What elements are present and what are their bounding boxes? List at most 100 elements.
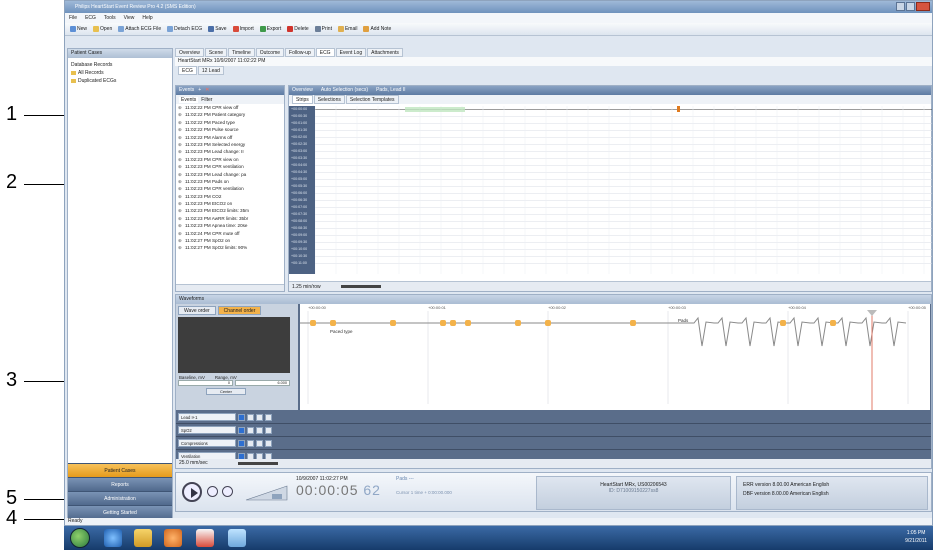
menu-file[interactable]: File (69, 13, 77, 23)
lead-add-icon[interactable] (265, 426, 272, 434)
lead-select[interactable]: Compressions (178, 439, 236, 447)
open-button[interactable]: Open (91, 24, 114, 34)
expand-icon[interactable]: ⊕ (178, 148, 183, 155)
paint-icon[interactable] (228, 529, 246, 547)
events-add-icon[interactable]: + (198, 86, 201, 95)
expand-icon[interactable]: ⊕ (178, 207, 183, 214)
nav-reports[interactable]: Reports (68, 477, 172, 491)
menu-view[interactable]: View (124, 13, 135, 23)
tab-outcome[interactable]: Outcome (255, 48, 285, 57)
lead-dropdown[interactable]: Pads, Lead II (376, 86, 405, 95)
event-row[interactable]: ⊕ 11:02:23 PM AwRR limits: 35br (178, 215, 284, 222)
selection-dropdown[interactable]: Auto Selection (secs) (321, 86, 368, 95)
color-swatch[interactable] (238, 413, 245, 421)
import-button[interactable]: Import (231, 24, 256, 34)
nav-patient-cases[interactable]: Patient Cases (68, 463, 172, 477)
email-button[interactable]: Email (336, 24, 360, 34)
event-row[interactable]: ⊕ 11:02:24 PM CPR mute off (178, 230, 284, 237)
tab-scene[interactable]: Scene (204, 48, 228, 57)
expand-icon[interactable]: ⊕ (178, 237, 183, 244)
event-row[interactable]: ⊕ 11:02:23 PM EtCO2 on (178, 200, 284, 207)
event-row[interactable]: ⊕ 11:02:23 PM CPR ventilation (178, 163, 284, 170)
nav-getting-started[interactable]: Getting Started (68, 505, 172, 519)
lead-scale-icon[interactable] (256, 413, 263, 421)
menu-ecg[interactable]: ECG (85, 13, 96, 23)
maximize-button[interactable] (906, 2, 915, 11)
new-button[interactable]: New (68, 24, 89, 34)
events-tab[interactable]: Events (179, 96, 199, 103)
ie-icon[interactable] (104, 529, 122, 547)
delete-button[interactable]: Delete (285, 24, 310, 34)
tab-strips[interactable]: Strips (292, 95, 313, 104)
attach-ecg-file-button[interactable]: Attach ECG File (116, 24, 163, 34)
expand-icon[interactable]: ⊕ (178, 111, 183, 118)
detach-ecg-button[interactable]: Detach ECG (165, 24, 204, 34)
menu-tools[interactable]: Tools (104, 13, 116, 23)
expand-icon[interactable]: ⊕ (178, 222, 183, 229)
event-row[interactable]: ⊕ 11:02:23 PM EtCO2 limits: 35m (178, 207, 284, 214)
menu-help[interactable]: Help (142, 13, 152, 23)
expand-icon[interactable]: ⊕ (178, 215, 183, 222)
tab-overview[interactable]: Overview (175, 48, 204, 57)
expand-icon[interactable]: ⊕ (178, 141, 183, 148)
expand-icon[interactable]: ⊕ (178, 185, 183, 192)
expand-icon[interactable]: ⊕ (178, 244, 183, 251)
event-row[interactable]: ⊕ 11:02:22 PM Paced type (178, 119, 284, 126)
forward-button[interactable] (222, 486, 233, 497)
event-row[interactable]: ⊕ 11:02:22 PM Patient category (178, 111, 284, 118)
waveform-zoom-slider[interactable] (237, 462, 278, 465)
center-button[interactable]: Center (206, 388, 246, 395)
tab-12-lead[interactable]: 12 Lead (197, 66, 224, 75)
tab-event-log[interactable]: Event Log (335, 48, 367, 57)
close-button[interactable] (916, 2, 930, 11)
lead-settings-icon[interactable] (247, 426, 254, 434)
expand-icon[interactable]: ⊕ (178, 163, 183, 170)
tab-ecg[interactable]: ECG (315, 48, 335, 57)
event-row[interactable]: ⊕ 11:02:23 PM CPR ventilation (178, 185, 284, 192)
event-row[interactable]: ⊕ 11:02:23 PM CPR view on (178, 156, 284, 163)
event-row[interactable]: ⊕ 11:02:22 PM Alarms off (178, 134, 284, 141)
tab-follow-up[interactable]: Follow-up (285, 48, 315, 57)
tab-selection-templates[interactable]: Selection Templates (345, 95, 399, 104)
save-button[interactable]: Save (206, 24, 228, 34)
expand-icon[interactable]: ⊕ (178, 230, 183, 237)
event-row[interactable]: ⊕ 11:02:23 PM Pads on (178, 178, 284, 185)
event-row[interactable]: ⊕ 11:02:22 PM CPR view off (178, 104, 284, 111)
lead-settings-icon[interactable] (247, 413, 254, 421)
tree-item-database-records[interactable]: Database Records (71, 61, 169, 69)
print-button[interactable]: Print (313, 24, 334, 34)
expand-icon[interactable]: ⊕ (178, 178, 183, 185)
export-button[interactable]: Export (258, 24, 283, 34)
events-delete-icon[interactable]: ✕ (205, 86, 209, 95)
expand-icon[interactable]: ⊕ (178, 193, 183, 200)
channel-order-button[interactable]: Channel order (217, 306, 262, 315)
event-row[interactable]: ⊕ 11:02:27 PM SpO2 on (178, 237, 284, 244)
overview-zoom-slider[interactable] (340, 285, 381, 288)
filter-tab[interactable]: Filter (201, 97, 212, 103)
event-row[interactable]: ⊕ 11:02:23 PM Lead change: pa (178, 171, 284, 178)
tab-timeline[interactable]: Timeline (228, 48, 255, 57)
tree-item-duplicated-ecgs[interactable]: Duplicated ECGs (71, 77, 169, 85)
tree-item-all-records[interactable]: All Records (71, 69, 169, 77)
events-scrollbar[interactable] (176, 284, 284, 291)
expand-icon[interactable]: ⊕ (178, 156, 183, 163)
event-row[interactable]: ⊕ 11:02:23 PM Lead change: II (178, 148, 284, 155)
nav-administration[interactable]: Administration (68, 491, 172, 505)
expand-icon[interactable]: ⊕ (178, 134, 183, 141)
tab-ecg[interactable]: ECG (178, 66, 197, 75)
wave-order-button[interactable]: Wave order (178, 306, 216, 315)
event-row[interactable]: ⊕ 11:02:23 PM Selected energy (178, 141, 284, 148)
tab-selections[interactable]: Selections (313, 95, 345, 104)
expand-icon[interactable]: ⊕ (178, 171, 183, 178)
overview-strip-grid[interactable]: +00:00:00 +00:00:30 +00:01:00 +00:01:30 +00:… (289, 106, 932, 274)
expand-icon[interactable]: ⊕ (178, 200, 183, 207)
event-row[interactable]: ⊕ 11:02:23 PM CO2 (178, 193, 284, 200)
explorer-icon[interactable] (134, 529, 152, 547)
expand-icon[interactable]: ⊕ (178, 104, 183, 111)
lead-select[interactable]: SpO2 (178, 426, 236, 434)
color-swatch[interactable] (238, 439, 245, 447)
event-row[interactable]: ⊕ 11:02:22 PM Pulse source (178, 126, 284, 133)
play-button[interactable] (182, 482, 202, 502)
range-input[interactable]: 6.000 (235, 380, 290, 386)
event-row[interactable]: ⊕ 11:02:23 PM Apnea time: 20se (178, 222, 284, 229)
